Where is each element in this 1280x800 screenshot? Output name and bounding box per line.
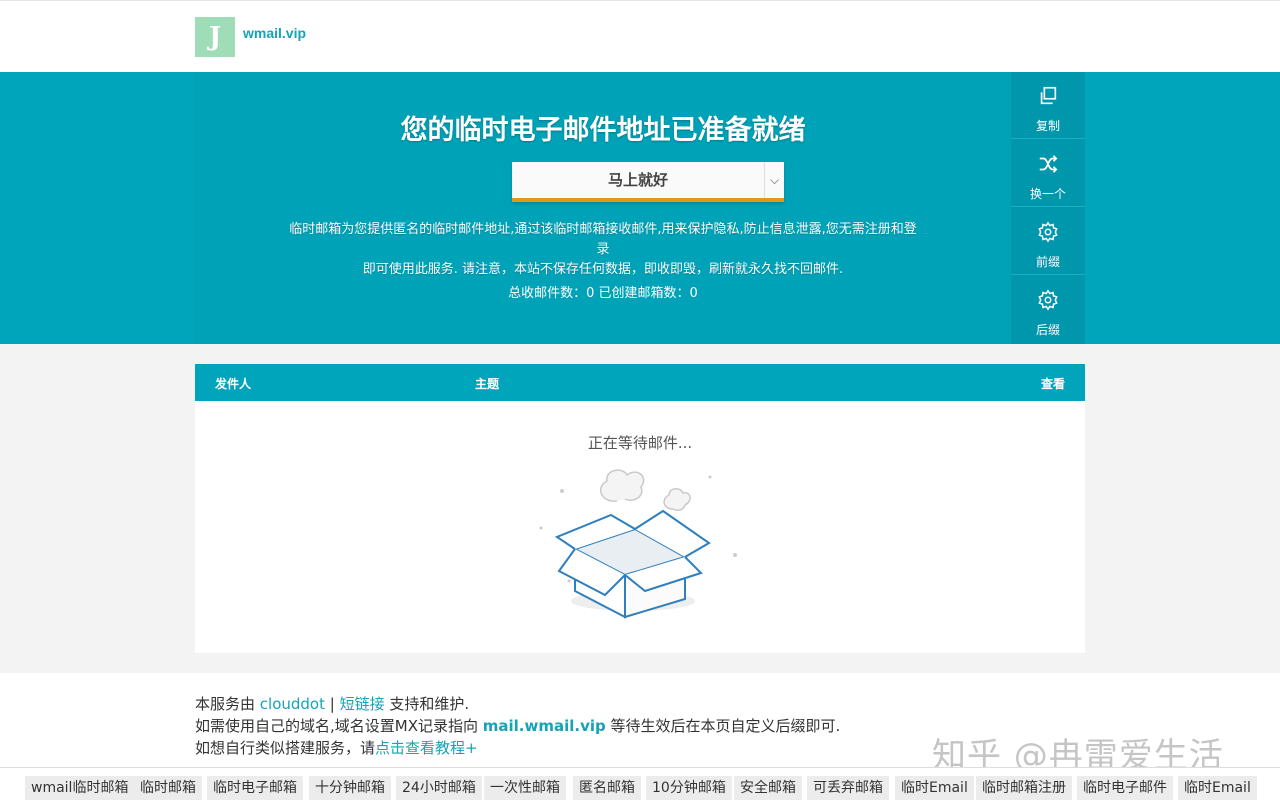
inbox-table-header: 发件人 主题 查看: [195, 364, 1085, 401]
logo[interactable]: J: [195, 17, 235, 57]
gear-icon: [1038, 289, 1058, 311]
chevron-down-icon[interactable]: ⌵: [764, 162, 784, 198]
footer-line-1-suffix: 支持和维护.: [384, 695, 470, 713]
prefix-label: 前缀: [1035, 255, 1060, 269]
hero-content: 您的临时电子邮件地址已准备就绪 马上就好 ⌵ 临时邮箱为您提供匿名的临时邮件地址…: [195, 72, 1011, 344]
hero-desc-line1: 临时邮箱为您提供匿名的临时邮件地址,通过该临时邮箱接收邮件,用来保护隐私,防止信…: [289, 222, 917, 257]
brand-name[interactable]: wmail.vip: [243, 25, 306, 41]
email-address-box[interactable]: 马上就好 ⌵: [512, 162, 784, 202]
copy-icon: [1040, 86, 1057, 105]
gear-icon: [1038, 221, 1058, 243]
tutorial-link[interactable]: 点击查看教程+: [375, 739, 478, 757]
tag-item[interactable]: 10分钟邮箱: [646, 776, 732, 800]
empty-box-illustration: [539, 469, 737, 619]
copy-button[interactable]: 复制: [1011, 72, 1085, 139]
footer-line-2-prefix: 如需使用自己的域名,域名设置MX记录指向: [195, 717, 483, 735]
tag-item[interactable]: wmail临时邮箱: [25, 776, 135, 800]
shuffle-button[interactable]: 换一个: [1011, 140, 1085, 207]
column-sender: 发件人: [215, 377, 252, 391]
logo-glyph: J: [208, 22, 222, 52]
tag-item[interactable]: 临时电子邮件: [1077, 776, 1173, 800]
email-address-value[interactable]: 马上就好: [512, 162, 764, 198]
prefix-button[interactable]: 前缀: [1011, 208, 1085, 275]
tag-item[interactable]: 临时Email: [895, 776, 974, 800]
tag-item[interactable]: 临时邮箱注册: [976, 776, 1072, 800]
suffix-label: 后缀: [1035, 323, 1060, 337]
waiting-message: 正在等待邮件...: [587, 434, 693, 452]
tag-item[interactable]: 24小时邮箱: [396, 776, 482, 800]
footer-line-3-prefix: 如想自行类似搭建服务，请: [195, 739, 376, 757]
hero-description: 临时邮箱为您提供匿名的临时邮件地址,通过该临时邮箱接收邮件,用来保护隐私,防止信…: [285, 220, 921, 280]
tag-item[interactable]: 可丢弃邮箱: [807, 776, 889, 800]
footer-line-1-prefix: 本服务由: [195, 695, 260, 713]
footer-line-1: 本服务由 clouddot | 短链接 支持和维护.: [195, 693, 840, 715]
tag-item[interactable]: 临时电子邮箱: [207, 776, 303, 800]
shuffle-label: 换一个: [1029, 187, 1066, 201]
footer-line-2-suffix: 等待生效后在本页自定义后缀即可.: [605, 717, 841, 735]
hero-title: 您的临时电子邮件地址已准备就绪: [400, 115, 806, 146]
action-bar: 复制 换一个 前缀 后缀: [1011, 72, 1085, 344]
tag-item[interactable]: 临时Email: [1178, 776, 1257, 800]
footer-line-2: 如需使用自己的域名,域名设置MX记录指向 mail.wmail.vip 等待生效…: [195, 715, 840, 737]
mail-stats: 总收邮件数：0 已创建邮箱数：0: [508, 286, 698, 301]
footer-text: 本服务由 clouddot | 短链接 支持和维护. 如需使用自己的域名,域名设…: [195, 693, 840, 759]
mx-domain-link[interactable]: mail.wmail.vip: [483, 717, 606, 735]
column-subject: 主题: [475, 377, 500, 391]
tag-item[interactable]: 匿名邮箱: [573, 776, 641, 800]
tag-item[interactable]: 安全邮箱: [734, 776, 802, 800]
top-header: J wmail.vip: [0, 0, 1280, 72]
column-view: 查看: [1040, 377, 1065, 391]
inbox-table-body: 正在等待邮件...: [195, 401, 1085, 653]
short-link-link[interactable]: 短链接: [340, 695, 385, 713]
clouddot-link[interactable]: clouddot: [260, 695, 325, 713]
tag-item[interactable]: 临时邮箱: [134, 776, 202, 800]
tag-item[interactable]: 一次性邮箱: [484, 776, 566, 800]
tag-bar: wmail临时邮箱 临时邮箱 临时电子邮箱 十分钟邮箱 24小时邮箱 一次性邮箱…: [0, 767, 1280, 800]
footer-separator: |: [324, 695, 340, 713]
tag-item[interactable]: 十分钟邮箱: [309, 776, 391, 800]
footer-line-3: 如想自行类似搭建服务，请点击查看教程+: [195, 737, 840, 759]
hero-desc-line2: 即可使用此服务. 请注意，本站不保存任何数据，即收即毁，刷新就永久找不回邮件.: [362, 262, 844, 277]
shuffle-icon: [1039, 155, 1058, 173]
copy-label: 复制: [1035, 119, 1060, 133]
suffix-button[interactable]: 后缀: [1011, 276, 1085, 343]
hero-section: 您的临时电子邮件地址已准备就绪 马上就好 ⌵ 临时邮箱为您提供匿名的临时邮件地址…: [0, 72, 1280, 344]
